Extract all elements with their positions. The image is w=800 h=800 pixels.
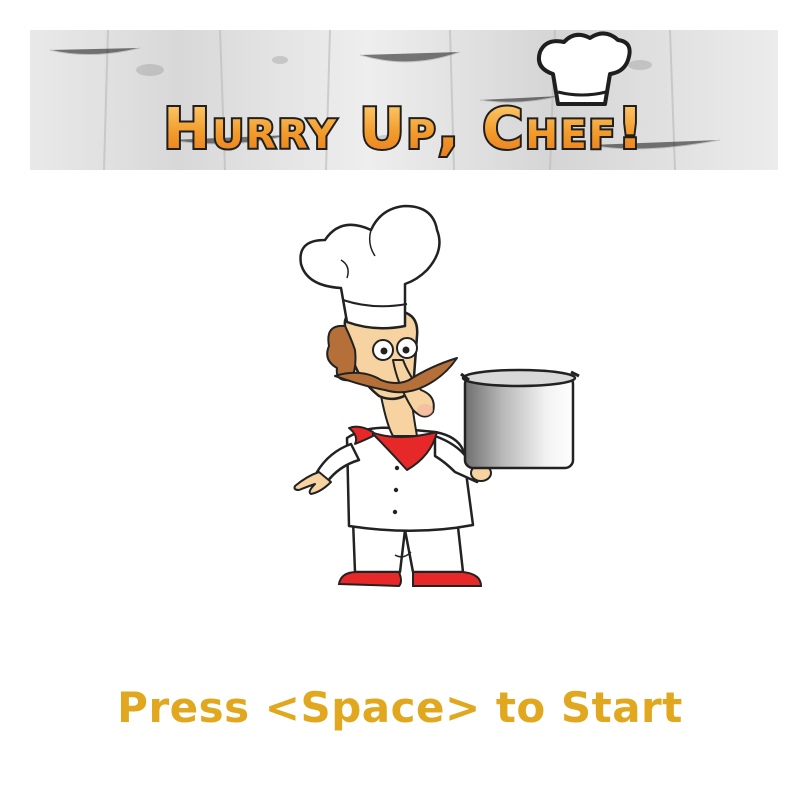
left-shoe bbox=[337, 571, 402, 588]
chef-character-graphic bbox=[293, 204, 580, 588]
game-title: Hurry Up, Chef! bbox=[163, 97, 645, 162]
chef-character bbox=[285, 200, 585, 590]
title-banner-graphic: Hurry Up, Chef! bbox=[30, 30, 778, 170]
cooking-pot bbox=[460, 368, 580, 470]
start-prompt: Press <Space> to Start bbox=[117, 683, 683, 732]
chef-hat bbox=[299, 204, 441, 330]
right-shoe bbox=[412, 571, 483, 587]
title-banner: Hurry Up, Chef! bbox=[30, 30, 778, 170]
